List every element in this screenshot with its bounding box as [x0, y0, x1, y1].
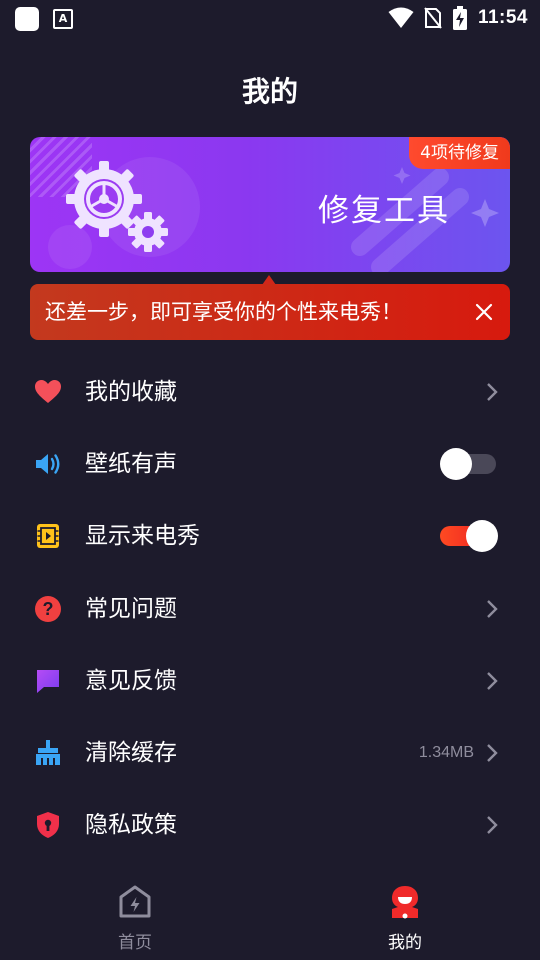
chat-bubble-icon	[37, 669, 59, 693]
status-bar: A 11:54	[0, 0, 540, 36]
page-title: 我的	[241, 75, 298, 108]
tip-bar[interactable]: 还差一步，即可享受你的个性来电秀！	[30, 284, 510, 340]
bottom-tab-bar: 首页 我的	[0, 870, 540, 960]
menu-item-faq[interactable]: ? 常见问题	[0, 573, 540, 645]
close-icon[interactable]	[470, 298, 498, 326]
tab-label: 首页	[118, 933, 152, 953]
pending-repairs-badge: 4项待修复	[409, 137, 510, 169]
no-sim-icon	[424, 7, 442, 29]
film-icon	[37, 524, 59, 549]
menu-item-label: 清除缓存	[85, 739, 177, 766]
settings-menu: 我的收藏 壁纸有声 显示来电秀 ? 常见问题 意见反馈 清除缓存 1.34MB …	[0, 356, 540, 861]
chevron-right-icon	[487, 816, 498, 834]
menu-item-label: 我的收藏	[85, 379, 177, 405]
menu-item-label: 常见问题	[85, 595, 177, 622]
caller-show-toggle[interactable]	[440, 519, 498, 553]
tab-home[interactable]: 首页	[0, 870, 270, 960]
menu-item-feedback[interactable]: 意见反馈	[0, 645, 540, 717]
menu-item-label: 意见反馈	[85, 667, 177, 694]
tip-text: 还差一步，即可享受你的个性来电秀！	[45, 300, 402, 324]
menu-item-favorites[interactable]: 我的收藏	[0, 356, 540, 428]
menu-item-label: 壁纸有声	[85, 451, 177, 478]
a-notification-icon: A	[53, 9, 73, 29]
shield-icon	[37, 812, 59, 839]
cache-size: 1.34MB	[418, 743, 474, 761]
wallpaper-sound-toggle[interactable]	[440, 447, 498, 481]
svg-text:?: ?	[43, 599, 54, 619]
banner-title: 修复工具	[318, 193, 450, 229]
status-time: 11:54	[477, 7, 528, 28]
chevron-right-icon	[487, 599, 498, 618]
speaker-icon	[36, 454, 60, 475]
chevron-right-icon	[487, 671, 498, 690]
menu-item-caller-show[interactable]: 显示来电秀	[0, 500, 540, 572]
menu-item-clear-cache[interactable]: 清除缓存 1.34MB	[0, 717, 540, 789]
menu-item-wallpaper-sound[interactable]: 壁纸有声	[0, 428, 540, 500]
broom-icon	[36, 739, 60, 765]
question-icon: ?	[35, 595, 61, 622]
menu-item-label: 显示来电秀	[85, 523, 200, 550]
menu-item-label: 隐私政策	[85, 812, 177, 839]
app-notification-icon	[15, 7, 39, 31]
tab-mine[interactable]: 我的	[270, 870, 540, 960]
home-lightning-icon	[119, 885, 151, 918]
heart-icon	[35, 380, 61, 403]
chevron-right-icon	[487, 744, 498, 762]
wifi-icon	[388, 7, 414, 28]
gear-icon	[66, 161, 168, 252]
tab-label: 我的	[388, 933, 422, 953]
profile-icon	[392, 886, 418, 919]
battery-charging-icon	[452, 6, 467, 30]
menu-item-privacy[interactable]: 隐私政策	[0, 789, 540, 861]
repair-tool-banner[interactable]: 4项待修复 修复工具	[30, 137, 510, 272]
chevron-right-icon	[487, 383, 498, 401]
